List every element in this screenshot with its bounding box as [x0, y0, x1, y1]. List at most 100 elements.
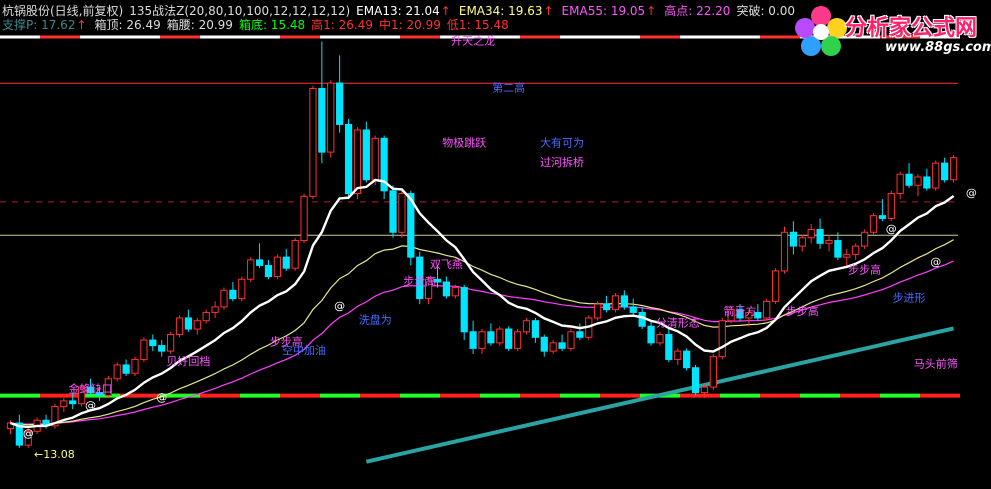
candle-body: [700, 386, 709, 394]
pattern-label: 步步高: [848, 263, 881, 277]
candle-body: [344, 123, 353, 195]
site-logo: 分析家公式网 www.88gs.com: [793, 2, 991, 64]
candle-body: [327, 82, 335, 153]
candle-body: [567, 331, 575, 349]
candle-body: [202, 311, 210, 322]
signal-marker-icon: @: [886, 222, 897, 235]
candle-body: [674, 350, 682, 360]
candle-body: [522, 320, 531, 333]
candle-body: [220, 289, 228, 308]
candle-body: [282, 256, 290, 269]
candle-body: [869, 215, 878, 233]
candle-body: [843, 253, 851, 258]
signal-marker-icon: @: [85, 399, 96, 412]
candle-body: [594, 303, 602, 319]
pattern-label: 第二高: [492, 80, 525, 94]
candle-body: [362, 129, 370, 181]
candle-body: [451, 287, 459, 297]
candle-body: [923, 176, 931, 189]
candle-body: [229, 289, 237, 300]
candle-body: [825, 240, 833, 244]
candle-body: [309, 88, 317, 197]
candle-body: [896, 173, 904, 195]
candlestick-chart[interactable]: 金蜂缺口 贝好回档 步步高空中加油 洗盘为 步步高 双飞燕 升天之龙第二高物极跳跃 大有可为过…: [0, 0, 991, 489]
candle-body: [816, 229, 824, 244]
candle-body: [460, 287, 468, 333]
candle-body: [709, 356, 717, 388]
candle-body: [887, 193, 895, 219]
candle-body: [789, 231, 798, 247]
pattern-label: 马头前筛: [914, 357, 958, 371]
candle-body: [878, 215, 886, 219]
candle-body: [798, 237, 806, 247]
candle-body: [166, 334, 175, 352]
ema13-line: [9, 178, 955, 429]
candle-body: [113, 364, 121, 380]
candle-body: [771, 270, 780, 302]
candle-body: [122, 364, 130, 374]
signal-marker-icon: @: [334, 300, 345, 313]
logo-title: 分析家公式网: [845, 16, 978, 41]
signal-marker-icon: @: [930, 255, 941, 268]
candle-body: [255, 259, 264, 266]
candle-body: [184, 317, 193, 330]
candle-body: [932, 162, 940, 189]
candle-body: [763, 300, 771, 319]
candle-body: [513, 331, 522, 349]
pattern-label: 过河拆桥: [540, 155, 584, 169]
candle-body: [540, 336, 548, 352]
candle-body: [611, 295, 620, 311]
candle-body: [193, 320, 201, 330]
pattern-label: 空中加油: [282, 343, 326, 357]
logo-url: www.88gs.com: [885, 40, 991, 55]
candle-body: [576, 331, 584, 338]
candle-body: [336, 82, 344, 125]
candle-body: [300, 195, 308, 242]
candle-body: [647, 325, 655, 344]
candle-body: [807, 229, 815, 239]
pattern-label: 步进形: [893, 291, 926, 304]
candle-body: [505, 328, 513, 349]
candle-body: [60, 400, 68, 407]
candle-body: [371, 137, 379, 181]
candle-body: [780, 231, 789, 272]
candle-body: [905, 173, 913, 186]
candle-body: [140, 339, 148, 360]
signal-marker-icon: @: [23, 427, 34, 440]
candle-body: [487, 331, 495, 344]
signal-marker-icon: @: [966, 186, 977, 199]
candle-body: [273, 256, 281, 277]
flower-logo-icon: [795, 6, 847, 56]
candle-body: [353, 129, 362, 195]
candle-body: [264, 264, 273, 277]
pattern-label: 贝好回档: [166, 354, 210, 368]
candle-body: [291, 240, 299, 269]
pattern-label: 物极跳跃: [442, 136, 486, 150]
candle-body: [620, 295, 628, 308]
candle-body: [665, 334, 673, 360]
pattern-label: 大有可为: [540, 136, 584, 150]
candle-body: [131, 358, 139, 374]
pattern-label: 双飞燕: [430, 258, 463, 271]
candle-body: [398, 193, 406, 233]
candle-body: [69, 400, 77, 405]
candle-body: [691, 367, 700, 394]
candle-body: [389, 190, 397, 233]
low-price-label: ←13.08: [34, 448, 75, 461]
pattern-label: 升天之龙: [451, 33, 495, 47]
candle-body: [718, 320, 726, 358]
candle-body: [683, 350, 691, 369]
candle-body: [247, 259, 255, 280]
candle-body: [442, 281, 451, 297]
candle-body: [496, 328, 504, 344]
candle-body: [149, 339, 157, 347]
signal-marker-icon: @: [156, 391, 167, 404]
candle-body: [656, 334, 664, 344]
candle-body: [478, 331, 486, 349]
candle-body: [531, 320, 539, 338]
candle-body: [860, 231, 869, 247]
candle-body: [852, 245, 860, 255]
candle-body: [949, 157, 958, 181]
pattern-label: 步步高: [403, 274, 436, 288]
chart-area[interactable]: 杭锅股份(日线,前复权) 135战法Z(20,80,10,100,12,12,12…: [0, 0, 991, 489]
